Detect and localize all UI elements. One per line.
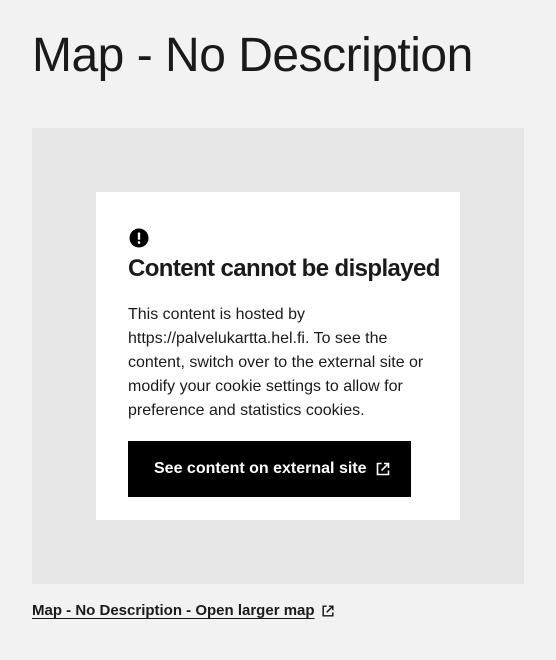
open-larger-map-link[interactable]: Map - No Description - Open larger map: [32, 601, 335, 621]
notice-body: This content is hosted by https://palvel…: [128, 306, 424, 419]
see-content-external-button[interactable]: See content on external site: [128, 441, 411, 497]
cookie-notice-card: Content cannot be displayed This content…: [96, 192, 460, 520]
page-title: Map - No Description: [32, 29, 473, 82]
button-label: See content on external site: [154, 460, 367, 477]
map-embed-placeholder: Content cannot be displayed This content…: [32, 128, 524, 584]
external-link-icon: [321, 605, 334, 617]
alert-circle-icon: [129, 228, 149, 248]
notice-heading: Content cannot be displayed: [128, 255, 440, 282]
external-link-icon: [376, 462, 390, 476]
open-larger-map-label: Map - No Description - Open larger map: [32, 602, 315, 619]
page: Map - No Description Content cannot be d…: [0, 0, 556, 660]
